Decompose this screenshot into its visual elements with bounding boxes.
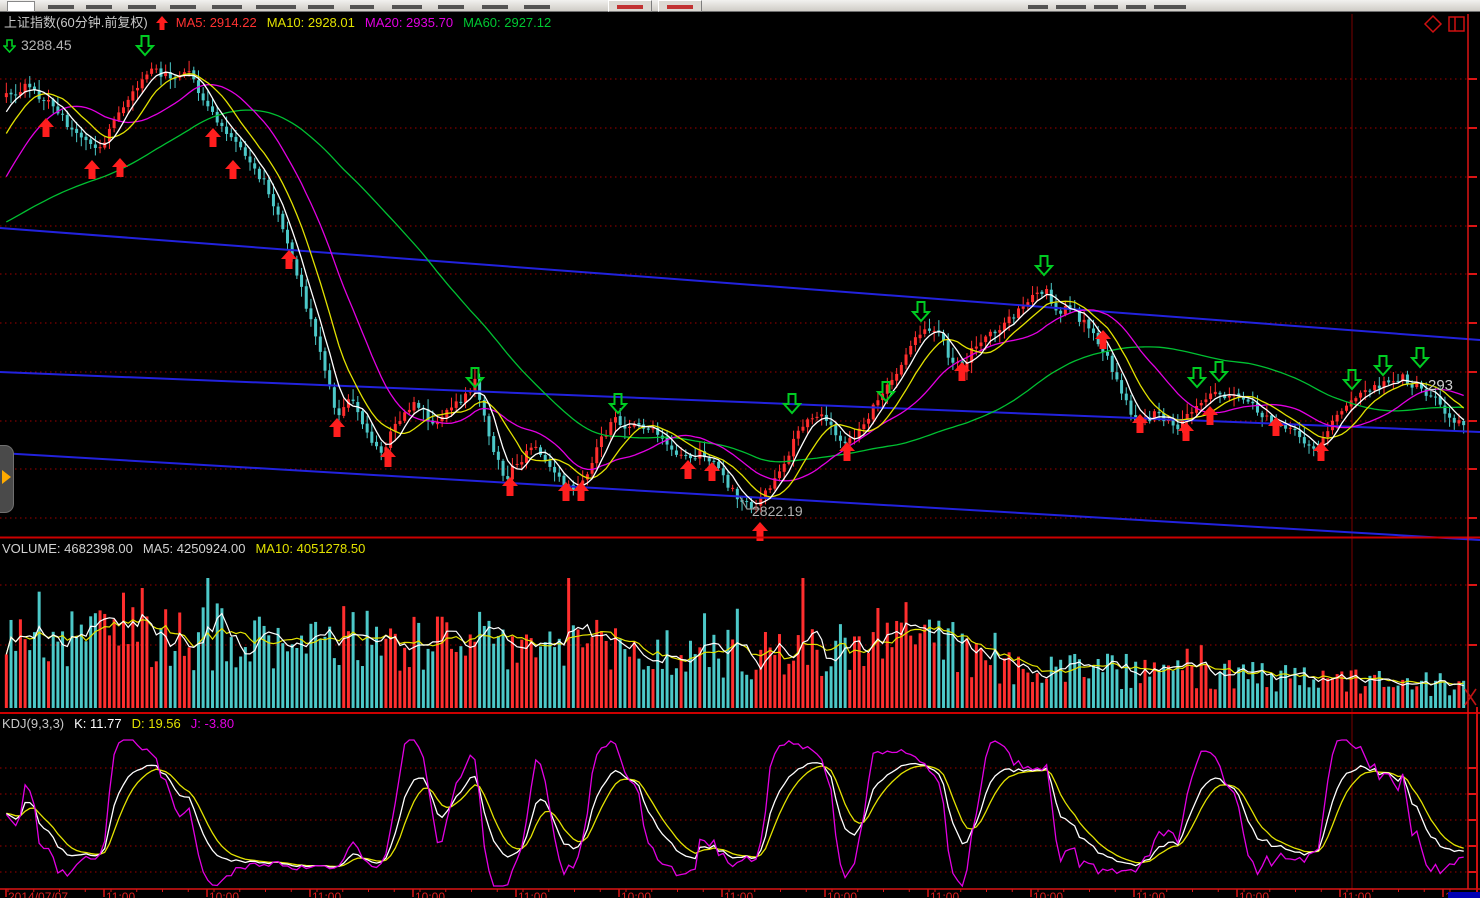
svg-text:2014/07/07: 2014/07/07 [8,890,68,898]
gridlines-layer [0,14,1468,889]
svg-text:11:00: 11:00 [1136,890,1165,898]
ma5-value: MA5: 2914.22 [176,15,257,30]
instrument-title: 上证指数(60分钟.前复权) [4,15,148,30]
signal-arrows-layer [38,36,1428,541]
kdj-layer [6,740,1463,886]
diamond-icon[interactable] [1425,16,1441,32]
axes-layer [0,14,1480,892]
kdj-selected-border [1476,707,1478,898]
trendlines-layer [0,228,1480,540]
volume-bars-layer [5,578,1465,708]
svg-text:11:00: 11:00 [106,890,135,898]
svg-text:11:00: 11:00 [930,890,959,898]
volume-ma10-value: MA10: 4051278.50 [255,541,365,556]
x-axis-labels: 2014/07/07 11:00 10:00 11:00 10:00 11:00 10:00… [6,889,1475,898]
kdj-d-value: D: 19.56 [132,716,181,731]
svg-text:11:00: 11:00 [724,890,753,898]
split-window-icon[interactable] [1449,17,1464,31]
candles-layer [5,61,1465,514]
scroll-corner [1448,892,1480,898]
volume-panel-header: VOLUME: 4682398.00 MA5: 4250924.00 MA10:… [2,541,365,556]
volume-ma5-value: MA5: 4250924.00 [143,541,246,556]
green-down-arrow-icon [3,39,16,53]
kdj-indicator-label: KDJ(9,3,3) [2,716,64,731]
chart-corner-icons [1423,14,1469,34]
svg-text:10:00: 10:00 [209,890,239,898]
svg-text:10:00: 10:00 [1033,890,1063,898]
low-price-label: 2822.19 [752,503,803,519]
high-price-row: 3288.45 [3,38,72,53]
svg-text:10:00: 10:00 [415,890,445,898]
svg-text:10:00: 10:00 [1239,890,1269,898]
volume-value: VOLUME: 4682398.00 [2,541,133,556]
up-arrow-icon [156,16,168,30]
svg-text:11:00: 11:00 [1342,890,1371,898]
svg-text:11:00: 11:00 [518,890,547,898]
trading-app-window: 2014/07/07 11:00 10:00 11:00 10:00 11:00 10:00… [0,0,1480,898]
chart-canvas[interactable]: 2014/07/07 11:00 10:00 11:00 10:00 11:00 10:00… [0,0,1480,898]
ma10-value: MA10: 2928.01 [267,15,355,30]
svg-text:11:00: 11:00 [312,890,341,898]
svg-text:10:00: 10:00 [621,890,651,898]
kdj-j-value: J: -3.80 [191,716,234,731]
high-price-label: 3288.45 [21,38,72,53]
kdj-panel-header: KDJ(9,3,3) K: 11.77 D: 19.56 J: -3.80 [2,716,234,731]
ma20-value: MA20: 2935.70 [365,15,453,30]
kdj-k-value: K: 11.77 [74,716,121,731]
ma60-value: MA60: 2927.12 [463,15,551,30]
right-edge-price-label: 293 [1428,377,1453,394]
main-chart-header: 上证指数(60分钟.前复权) MA5: 2914.22 MA10: 2928.0… [4,15,551,30]
close-volume-panel-icon[interactable] [1463,687,1479,707]
panel-expander-tab[interactable] [0,445,14,513]
svg-text:10:00: 10:00 [827,890,857,898]
ma-lines-layer [6,72,1463,504]
